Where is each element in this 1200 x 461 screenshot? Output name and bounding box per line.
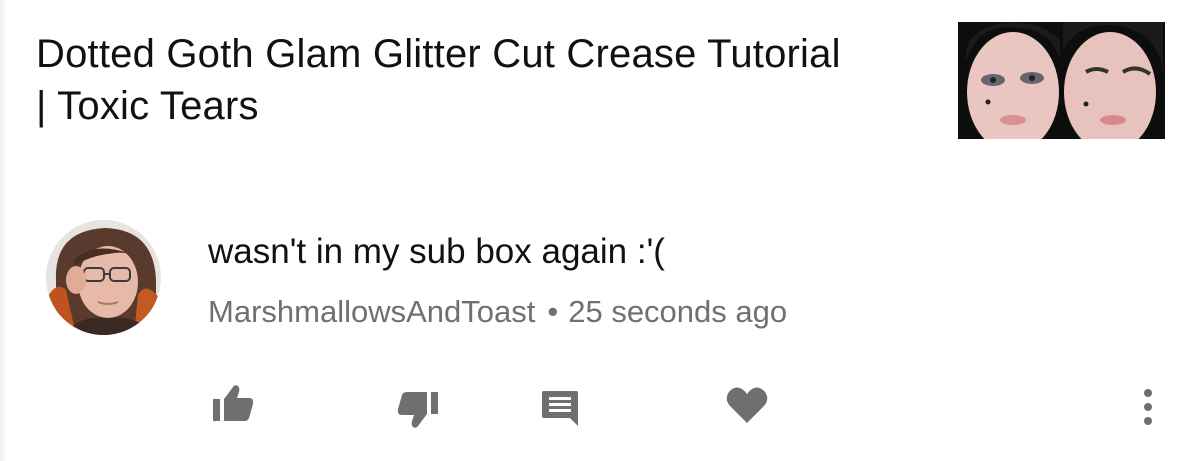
reply-button[interactable]	[535, 383, 585, 433]
like-button[interactable]	[208, 378, 258, 428]
video-title[interactable]: Dotted Goth Glam Glitter Cut Crease Tuto…	[36, 28, 856, 132]
comment-text: wasn't in my sub box again :'(	[208, 232, 665, 271]
comment-author[interactable]: MarshmallowsAndToast	[208, 294, 535, 329]
thumbs-down-icon	[396, 390, 440, 430]
heart-button[interactable]	[722, 380, 772, 430]
meta-separator: •	[547, 294, 559, 329]
edge-shadow	[0, 0, 6, 461]
thumbs-up-icon	[211, 383, 255, 423]
user-avatar[interactable]	[46, 220, 161, 335]
reply-icon	[540, 388, 580, 428]
dislike-button[interactable]	[393, 385, 443, 435]
more-options-button[interactable]	[1123, 382, 1173, 432]
comment-meta: MarshmallowsAndToast • 25 seconds ago	[208, 292, 787, 332]
heart-icon	[725, 385, 769, 425]
more-vert-icon	[1143, 387, 1153, 427]
comment-time: 25 seconds ago	[568, 294, 788, 329]
video-thumbnail[interactable]	[958, 22, 1165, 139]
comment-notification: Dotted Goth Glam Glitter Cut Crease Tuto…	[0, 0, 1200, 461]
